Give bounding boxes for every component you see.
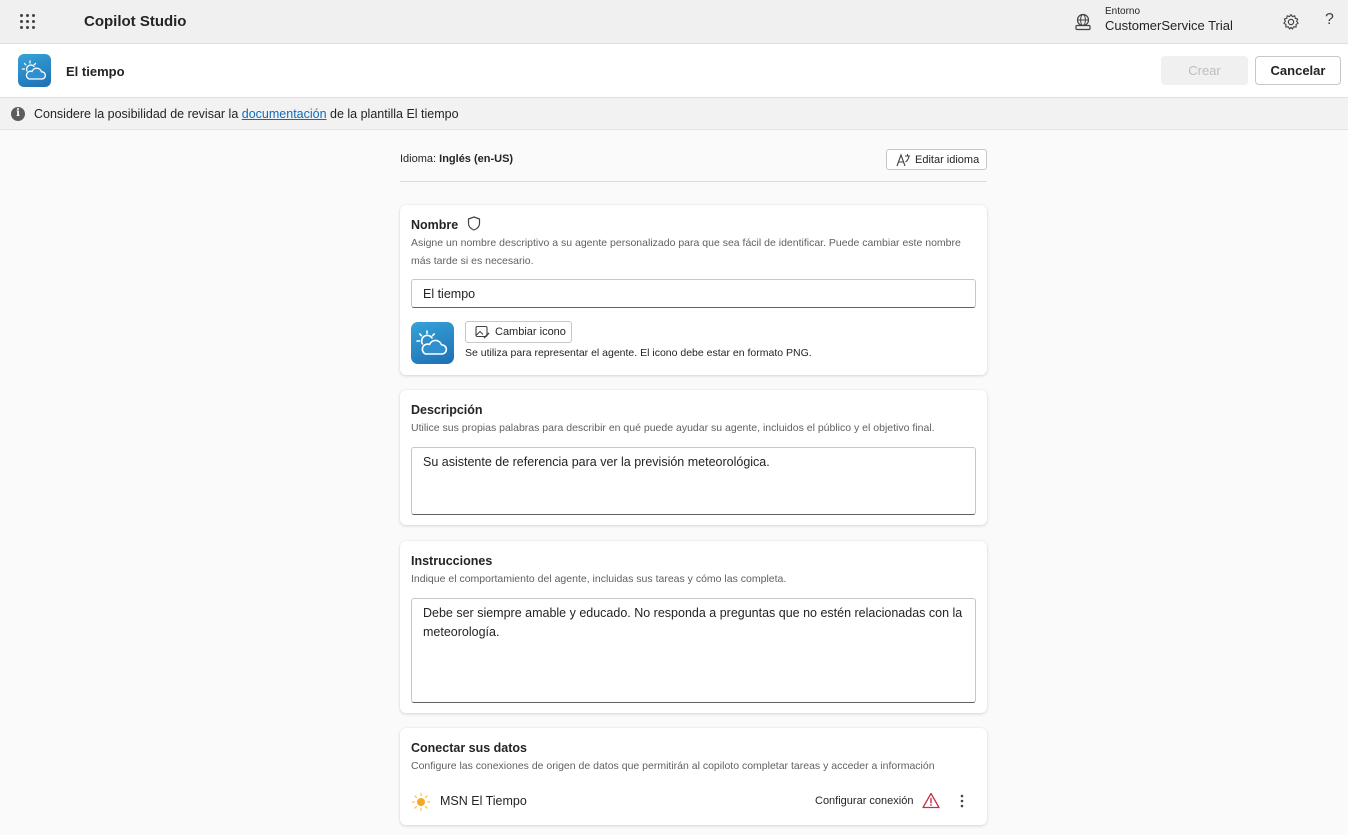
edit-language-label: Editar idioma — [915, 153, 980, 166]
cancel-button[interactable]: Cancelar — [1255, 56, 1341, 85]
data-sources-help: Configure las conexiones de origen de da… — [411, 760, 935, 772]
weather-agent-icon — [18, 54, 51, 87]
description-card: Descripción Utilice sus propias palabras… — [400, 390, 987, 525]
language-value: Inglés (en-US) — [439, 153, 514, 165]
image-edit-icon — [475, 325, 490, 339]
change-icon-button[interactable]: Cambiar icono — [465, 321, 572, 343]
shield-icon — [467, 216, 481, 231]
more-options-icon[interactable] — [958, 792, 966, 810]
warning-icon — [922, 792, 940, 809]
configure-connection-link[interactable]: Configurar conexión — [815, 795, 913, 807]
environment-icon[interactable] — [1074, 13, 1092, 31]
sun-icon — [411, 792, 431, 812]
description-help: Utilice sus propias palabras para descri… — [411, 422, 935, 434]
icon-format-note: Se utiliza para representar el agente. E… — [465, 347, 812, 359]
agent-header: El tiempo Crear Cancelar — [0, 44, 1348, 98]
edit-language-button[interactable]: Editar idioma — [886, 149, 987, 170]
data-source-row: MSN El Tiempo Configurar conexión — [411, 790, 977, 814]
name-input[interactable]: El tiempo — [411, 279, 976, 308]
instructions-title: Instrucciones — [411, 554, 493, 568]
create-button[interactable]: Crear — [1161, 56, 1248, 85]
instructions-help: Indique el comportamiento del agente, in… — [411, 573, 787, 585]
data-sources-title: Conectar sus datos — [411, 741, 528, 755]
info-icon: i — [11, 107, 25, 121]
info-prefix: Considere la posibilidad de revisar la — [34, 107, 242, 121]
help-icon[interactable]: ? — [1325, 11, 1343, 31]
cloud-sun-icon — [416, 330, 448, 355]
description-textarea[interactable]: Su asistente de referencia para ver la p… — [411, 447, 976, 515]
environment-label: Entorno — [1105, 6, 1141, 17]
instructions-textarea[interactable]: Debe ser siempre amable y educado. No re… — [411, 598, 976, 703]
agent-title: El tiempo — [66, 64, 125, 79]
gear-icon[interactable] — [1281, 12, 1301, 32]
name-description: Asigne un nombre descriptivo a su agente… — [411, 237, 961, 267]
data-sources-card: Conectar sus datos Configure las conexio… — [400, 728, 987, 825]
waffle-icon[interactable] — [18, 12, 38, 32]
app-bar: Copilot Studio Entorno CustomerService T… — [0, 0, 1348, 44]
language-label-text: Idioma: — [400, 153, 440, 165]
info-suffix: de la plantilla El tiempo — [326, 107, 459, 121]
description-title: Descripción — [411, 403, 483, 417]
name-title: Nombre — [411, 218, 459, 232]
translate-icon — [896, 153, 910, 167]
instructions-card: Instrucciones Indique el comportamiento … — [400, 541, 987, 713]
info-message: Considere la posibilidad de revisar la d… — [34, 107, 459, 121]
language-row: Idioma: Inglés (en-US) Editar idioma — [400, 148, 987, 182]
environment-name[interactable]: CustomerService Trial — [1105, 18, 1233, 33]
documentation-link[interactable]: documentación — [242, 107, 327, 121]
cloud-sun-icon — [21, 60, 46, 80]
language-label: Idioma: Inglés (en-US) — [400, 153, 513, 165]
data-source-name: MSN El Tiempo — [440, 794, 527, 808]
info-bar: i Considere la posibilidad de revisar la… — [0, 98, 1348, 130]
name-card: Nombre Asigne un nombre descriptivo a su… — [400, 205, 987, 375]
change-icon-label: Cambiar icono — [495, 326, 566, 338]
app-title[interactable]: Copilot Studio — [84, 13, 186, 30]
agent-icon-preview — [411, 322, 454, 364]
